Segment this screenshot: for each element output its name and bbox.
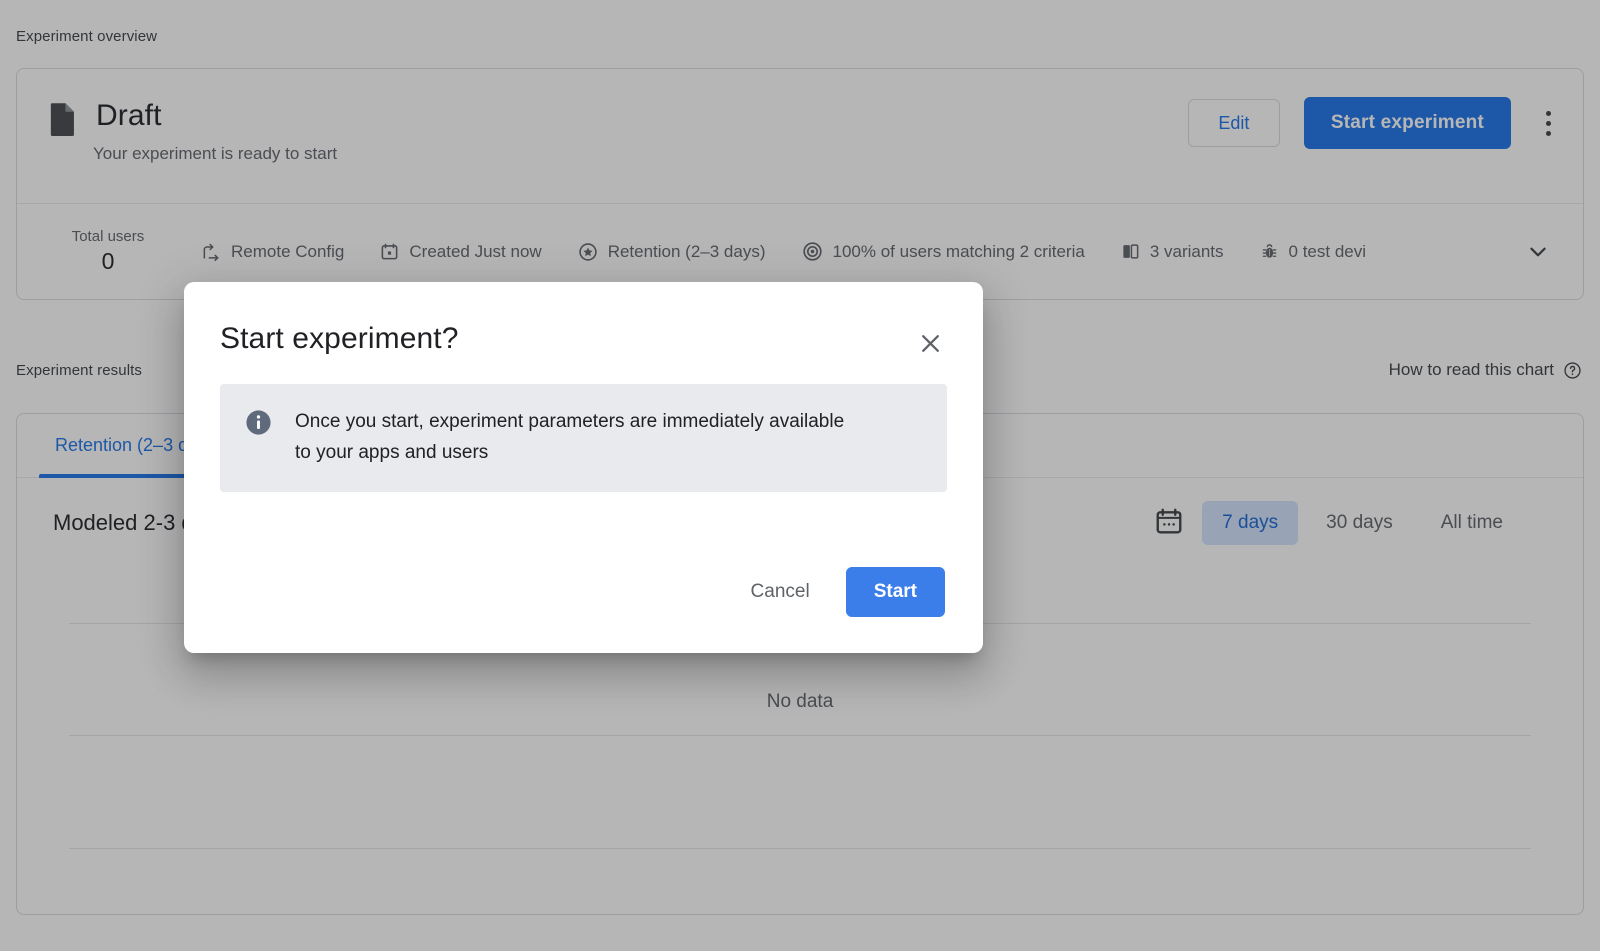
start-experiment-dialog: Start experiment? Once you start, experi…	[184, 282, 983, 653]
cancel-button[interactable]: Cancel	[729, 569, 832, 615]
dialog-actions: Cancel Start	[729, 567, 945, 617]
dialog-info-banner: Once you start, experiment parameters ar…	[220, 384, 947, 492]
dialog-header: Start experiment?	[184, 282, 983, 360]
dialog-info-text: Once you start, experiment parameters ar…	[295, 406, 865, 468]
info-icon	[244, 408, 273, 437]
start-button[interactable]: Start	[846, 567, 945, 617]
dialog-title: Start experiment?	[220, 322, 458, 356]
close-icon[interactable]	[913, 326, 947, 360]
